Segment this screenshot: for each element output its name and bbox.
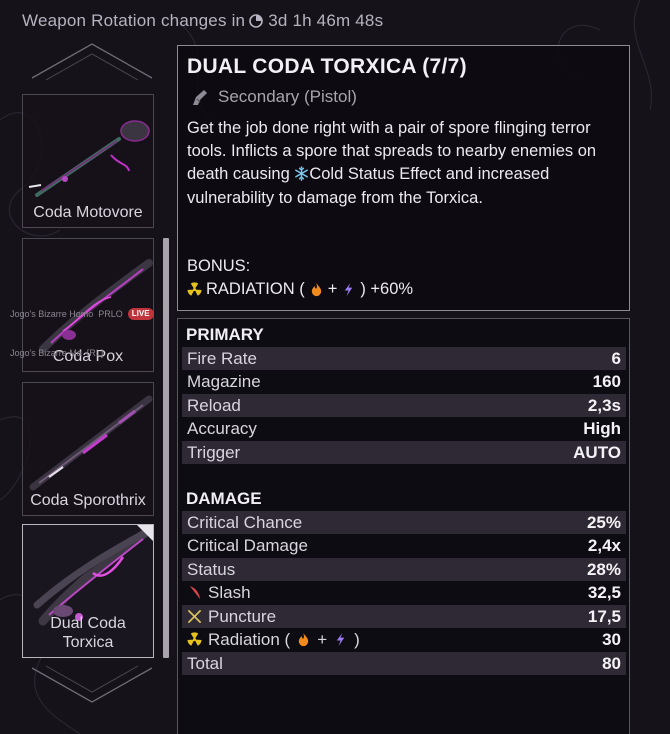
electricity-icon — [345, 282, 353, 297]
stat-value: 32,5 — [587, 582, 621, 602]
stat-label: Critical Chance — [187, 512, 303, 532]
bonus-plus: + — [327, 280, 338, 298]
stat-row-total: Total 80 — [182, 652, 626, 675]
stat-label: Accuracy — [187, 418, 257, 438]
stat-row-fire-rate: Fire Rate 6 — [182, 347, 626, 370]
radiation-plus: + — [317, 629, 328, 649]
bonus-label: BONUS: — [187, 257, 251, 275]
bonus-value: ) +60% — [360, 280, 414, 298]
radiation-icon — [187, 632, 202, 646]
stat-label: Total — [187, 653, 223, 673]
stat-label: Trigger — [187, 442, 241, 462]
stat-label: Slash — [208, 582, 251, 602]
electricity-icon — [336, 632, 345, 647]
clock-icon — [249, 14, 264, 28]
stat-value: AUTO — [573, 442, 621, 462]
stat-row-reload: Reload 2,3s — [182, 394, 626, 417]
weapon-card-dual-coda-torxica[interactable]: Dual Coda Torxica — [22, 524, 154, 658]
bonus-line: RADIATION ( + ) +60% — [187, 280, 413, 299]
stat-row-magazine: Magazine 160 — [182, 370, 626, 393]
stat-label: Magazine — [187, 371, 261, 391]
stat-row-status: Status 28% — [182, 558, 626, 581]
stream-overlay-row: Jogo's Bizarre Homo PRLO LIVE — [10, 307, 154, 321]
puncture-icon — [188, 610, 201, 623]
slash-icon — [189, 585, 201, 600]
weapon-card-coda-sporothrix[interactable]: Coda Sporothrix — [22, 382, 154, 516]
stat-row-slash: Slash 32,5 — [182, 581, 626, 604]
pistol-icon — [193, 90, 207, 105]
stat-value: 30 — [602, 629, 621, 649]
weapon-card-coda-motovore[interactable]: Coda Motovore — [22, 94, 154, 228]
stat-label: Status — [187, 559, 236, 579]
scroll-down-arrow-icon[interactable] — [24, 664, 160, 706]
overlay-channel-name: Jogo's Bizarre Ma — [10, 348, 82, 358]
weapon-name: Dual Coda Torxica — [50, 615, 126, 651]
weapon-type: Secondary (Pistol) — [189, 87, 357, 107]
radiation-icon — [187, 282, 202, 296]
stat-row-critical-chance: Critical Chance 25% — [182, 511, 626, 534]
primary-heading: PRIMARY — [186, 325, 264, 344]
weapon-description: Get the job done right with a pair of sp… — [187, 117, 627, 210]
radiation-close: ) — [354, 629, 360, 649]
weapon-name: Coda Motovore — [33, 204, 143, 221]
rotation-countdown: 3d 1h 46m 48s — [268, 11, 384, 30]
stat-row-puncture: Puncture 17,5 — [182, 605, 626, 628]
weapon-type-label: Secondary (Pistol) — [218, 87, 357, 106]
selected-corner-marker — [137, 525, 153, 541]
stat-value: 17,5 — [587, 606, 621, 626]
overlay-channel-name: Jogo's Bizarre Homo — [10, 309, 94, 319]
stat-value: 25% — [586, 512, 621, 532]
stat-value: 2,4x — [587, 535, 621, 555]
heat-icon — [299, 632, 309, 647]
stat-label: Radiation ( — [208, 629, 291, 649]
cold-icon — [295, 166, 309, 182]
weapon-name: Coda Sporothrix — [30, 492, 146, 509]
weapon-title: DUAL CODA TORXICA (7/7) — [187, 55, 467, 78]
stat-label: Critical Damage — [187, 535, 308, 555]
stat-label: Fire Rate — [187, 348, 257, 368]
stat-value: 2,3s — [587, 395, 621, 415]
stat-row-critical-damage: Critical Damage 2,4x — [182, 534, 626, 557]
rotation-timer: Weapon Rotation changes in 3d 1h 46m 48s — [22, 10, 383, 32]
stat-value: 6 — [611, 348, 621, 368]
stat-label-group: Puncture — [187, 607, 276, 627]
stat-row-accuracy: Accuracy High — [182, 417, 626, 440]
rotation-label: Weapon Rotation changes in — [22, 11, 246, 30]
stats-panel: PRIMARY Fire Rate 6 Magazine 160 Reload … — [177, 318, 630, 734]
weapon-list-scrollbar[interactable] — [163, 238, 169, 658]
weapon-list: Coda Motovore Coda Pox Coda Sporothrix D… — [20, 94, 170, 662]
stat-value: 80 — [602, 653, 621, 673]
stat-label: Reload — [187, 395, 241, 415]
stat-row-trigger: Trigger AUTO — [182, 441, 626, 464]
damage-heading: DAMAGE — [186, 489, 262, 508]
stat-label-group: Slash — [187, 583, 251, 603]
weapon-detail-panel: DUAL CODA TORXICA (7/7) Secondary (Pisto… — [177, 45, 630, 311]
stat-label-group: Radiation ( + ) — [187, 630, 360, 650]
stat-value: 28% — [586, 559, 621, 579]
scroll-up-arrow-icon[interactable] — [24, 40, 160, 82]
stream-overlay-row: Jogo's Bizarre Ma [RL] — [10, 346, 103, 360]
stat-value: 160 — [592, 371, 621, 391]
stat-label: Puncture — [208, 606, 277, 626]
heat-icon — [311, 282, 321, 297]
overlay-tag: [RL] — [86, 348, 104, 358]
stat-row-radiation: Radiation ( + ) 30 — [182, 628, 626, 651]
bonus-element-text: RADIATION ( — [206, 280, 305, 298]
stat-value: High — [583, 418, 621, 438]
overlay-tag: PRLO — [98, 309, 123, 319]
live-badge: LIVE — [127, 308, 154, 320]
